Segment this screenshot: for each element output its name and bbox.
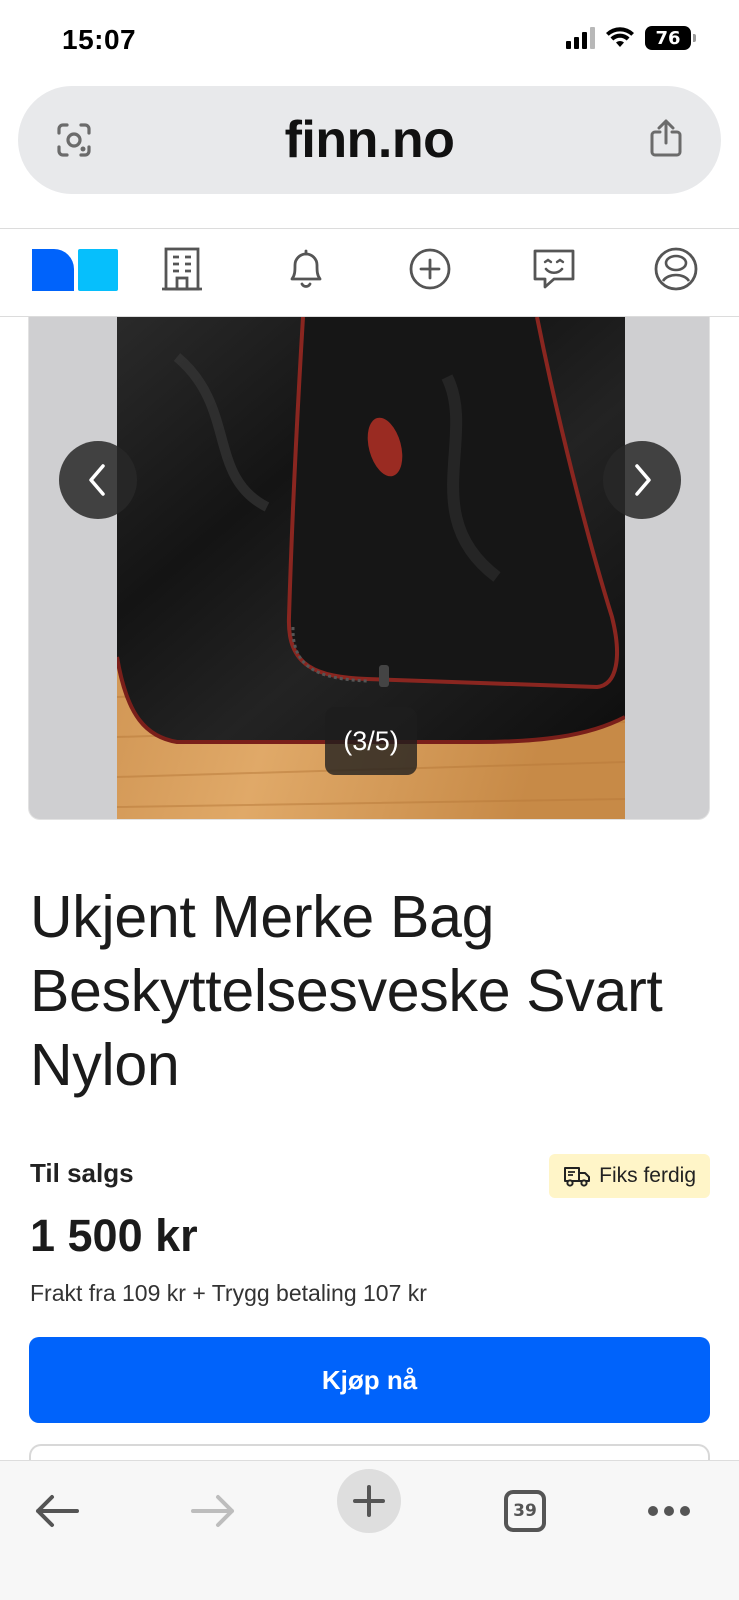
price: 1 500 kr xyxy=(30,1210,198,1261)
badge-label: Fiks ferdig xyxy=(599,1164,696,1187)
back-arrow-icon xyxy=(36,1495,79,1527)
sale-label: Til salgs xyxy=(30,1158,134,1188)
new-tab-plus-icon xyxy=(353,1485,385,1517)
gallery-next-button[interactable] xyxy=(603,441,681,519)
gallery-prev-button[interactable] xyxy=(59,441,137,519)
fiks-ferdig-badge: Fiks ferdig xyxy=(549,1154,710,1198)
address-bar[interactable]: finn.no xyxy=(18,86,721,194)
forward-button[interactable] xyxy=(180,1481,246,1541)
back-button[interactable] xyxy=(24,1481,90,1541)
company-building-icon[interactable] xyxy=(158,245,206,293)
battery-level: 76 xyxy=(655,27,681,49)
share-icon[interactable] xyxy=(649,118,683,158)
battery-icon: 76 xyxy=(645,26,696,50)
tabs-count: 39 xyxy=(513,1501,537,1521)
finn-logo[interactable] xyxy=(32,249,118,291)
shipping-info: Frakt fra 109 kr + Trygg betaling 107 kr xyxy=(30,1280,427,1306)
status-bar: 15:07 76 xyxy=(0,0,739,80)
address-url[interactable]: finn.no xyxy=(18,110,721,170)
chevron-left-icon xyxy=(89,464,105,496)
image-gallery[interactable]: (3/5) xyxy=(28,317,710,820)
new-ad-plus-icon[interactable] xyxy=(406,245,454,293)
signal-icon xyxy=(566,27,595,49)
finn-nav xyxy=(0,229,739,317)
forward-arrow-icon xyxy=(191,1495,234,1527)
notifications-bell-icon[interactable] xyxy=(282,245,330,293)
chevron-right-icon xyxy=(635,464,651,496)
status-icons: 76 xyxy=(566,26,696,50)
tabs-icon: 39 xyxy=(504,1490,546,1532)
more-button[interactable] xyxy=(636,1481,702,1541)
tabs-button[interactable]: 39 xyxy=(492,1481,558,1541)
browser-toolbar: 39 xyxy=(0,1460,739,1600)
delivery-truck-icon xyxy=(564,1167,591,1187)
new-tab-button[interactable] xyxy=(337,1469,401,1533)
wifi-icon xyxy=(606,27,634,47)
profile-icon[interactable] xyxy=(652,245,700,293)
status-time: 15:07 xyxy=(62,24,137,55)
buy-now-button[interactable]: Kjøp nå xyxy=(29,1337,710,1423)
messages-icon[interactable] xyxy=(530,245,578,293)
more-icon xyxy=(648,1506,690,1516)
gallery-counter: (3/5) xyxy=(325,707,417,775)
listing-title: Ukjent Merke Bag Beskyttelsesveske Svart… xyxy=(30,884,663,1098)
